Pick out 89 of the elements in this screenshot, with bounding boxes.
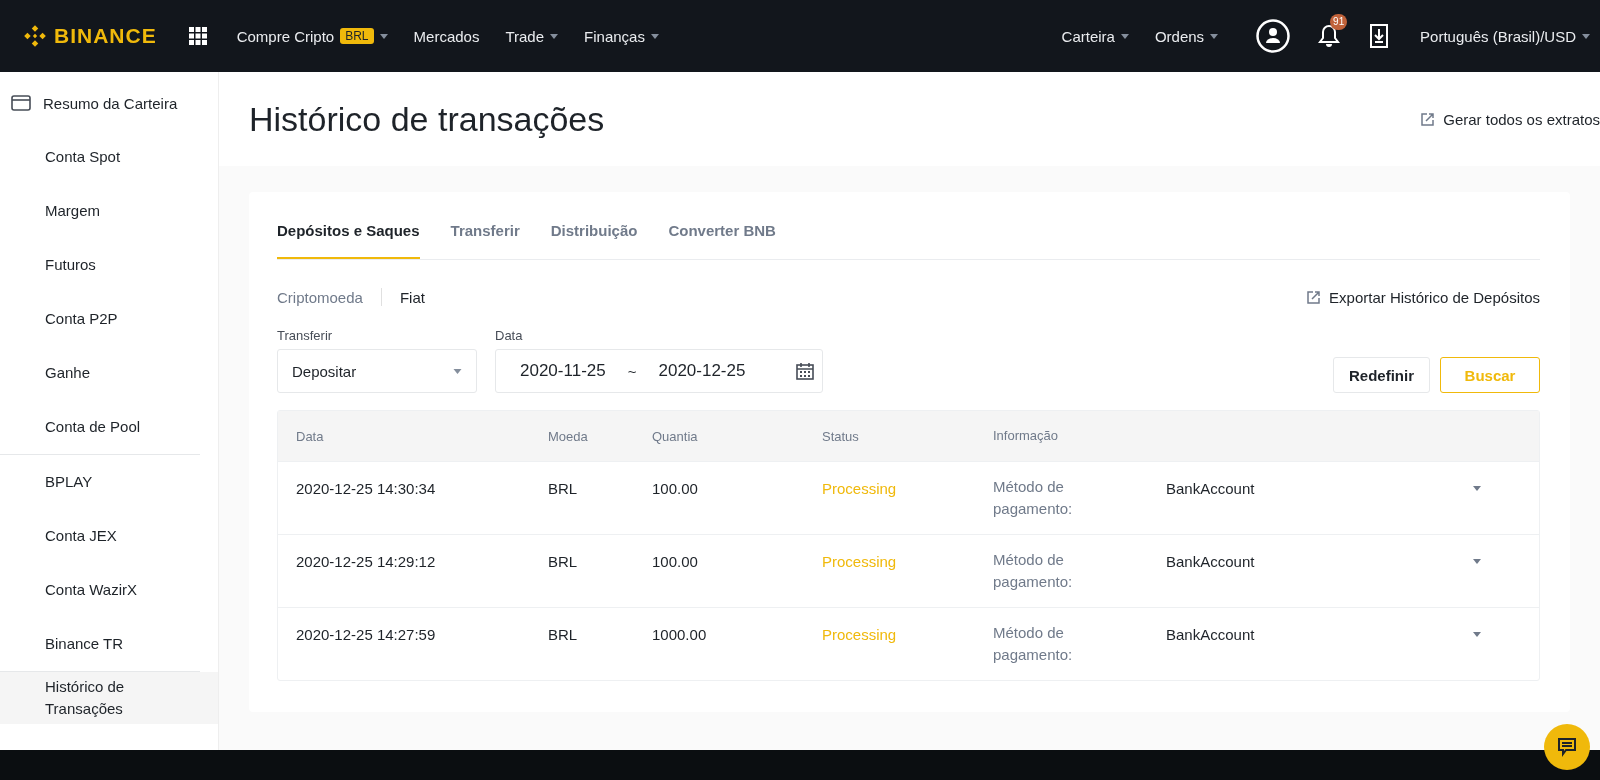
table-cell-text: Método de pagamento: <box>993 477 1074 519</box>
sidebar-label: Conta P2P <box>44 309 119 329</box>
sidebar-label: Conta Spot <box>44 147 122 167</box>
notification-count-badge: 91 <box>1330 14 1348 30</box>
sidebar-item[interactable]: Conta P2P <box>0 292 218 346</box>
download-icon[interactable] <box>1370 24 1389 48</box>
tab[interactable]: Distribuição <box>550 202 638 259</box>
brand-logo[interactable]: BINANCE <box>54 24 157 48</box>
sidebar-label: Futuros <box>44 255 97 275</box>
sidebar-item[interactable]: Ganhe <box>0 346 218 400</box>
column-header: Informação <box>993 427 1060 445</box>
sidebar-item[interactable]: Conta JEX <box>0 509 218 563</box>
export-icon <box>1307 290 1322 304</box>
reset-button[interactable]: Redefinir <box>1333 357 1430 393</box>
page-title: Histórico de transações <box>249 99 605 139</box>
table-cell: 100.00 <box>652 480 698 497</box>
sidebar-item[interactable]: Binance TR <box>0 617 218 671</box>
sidebar-label: Conta de Pool <box>44 417 142 437</box>
currency-tag: BRL <box>340 28 374 44</box>
nav-menu-item[interactable]: Compre Cripto BRL <box>236 27 388 45</box>
table-cell: BRL <box>548 626 578 643</box>
column-header: Moeda <box>548 428 588 444</box>
date-range-field[interactable]: 2020-11-25 ~ 2020-12-25 <box>495 349 823 393</box>
nav-menu-item[interactable]: Mercados <box>413 27 480 45</box>
chat-icon <box>1557 737 1577 757</box>
bell-icon[interactable] <box>1318 24 1341 48</box>
end-date: 2020-12-25 <box>658 361 746 381</box>
expand-caret-icon[interactable] <box>1473 632 1481 637</box>
range-separator: ~ <box>627 362 637 380</box>
sidebar-label: BPLAY <box>44 472 94 492</box>
app-grid-icon[interactable] <box>188 27 207 45</box>
sidebar-label: Margem <box>44 201 101 221</box>
transfer-type-dropdown[interactable]: Depositar <box>277 349 477 393</box>
sidebar-item[interactable]: Resumo da Carteira <box>0 76 218 130</box>
sub-tab[interactable]: Criptomoeda <box>277 288 363 306</box>
table-cell: 2020-12-25 14:30:34 <box>296 480 436 497</box>
sidebar-item[interactable]: BPLAY <box>0 455 218 509</box>
nav-menu-item[interactable]: Finanças <box>584 27 659 45</box>
column-header: Data <box>296 428 324 444</box>
nav-menu-item[interactable]: Trade <box>505 27 559 45</box>
calendar-icon <box>796 362 814 380</box>
table-cell: 1000.00 <box>652 626 707 643</box>
chat-button[interactable] <box>1544 724 1590 770</box>
table-cell-text: Método de pagamento: <box>993 550 1074 592</box>
start-date: 2020-11-25 <box>520 361 606 381</box>
status-text: Processing <box>822 480 897 497</box>
expand-caret-icon[interactable] <box>1473 486 1481 491</box>
tab[interactable]: Transferir <box>450 202 520 259</box>
sidebar-item[interactable]: Conta de Pool <box>0 400 218 454</box>
export-icon <box>1421 112 1436 126</box>
sidebar-label: Binance TR <box>44 634 125 654</box>
caret-icon <box>453 368 462 374</box>
expand-caret-icon[interactable] <box>1473 559 1481 564</box>
caret-icon <box>1582 33 1590 39</box>
table-cell: BRL <box>548 480 578 497</box>
sidebar-label: Histórico de Transações <box>44 677 126 719</box>
table-cell-text: Método de pagamento: <box>993 623 1074 665</box>
sidebar-label: Conta WazirX <box>44 580 138 600</box>
sidebar-label: Resumo da Carteira <box>43 94 178 112</box>
sidebar-label: Conta JEX <box>44 526 118 546</box>
field-label: Data <box>495 328 524 343</box>
generate-statements-link[interactable]: Gerar todos os extratos <box>1421 110 1600 128</box>
language-currency-selector[interactable]: Português (Brasil)/USD <box>1420 27 1590 45</box>
column-header: Status <box>822 428 859 444</box>
sidebar-item[interactable]: Margem <box>0 184 218 238</box>
table-cell: BankAccount <box>1166 553 1255 570</box>
sub-tab[interactable]: Fiat <box>399 288 425 306</box>
sidebar-item[interactable]: Histórico de Transações <box>0 672 218 724</box>
sidebar-label: Ganhe <box>44 363 92 383</box>
tab[interactable]: Depósitos e Saques <box>277 202 420 259</box>
table-cell: BRL <box>548 553 578 570</box>
user-profile-icon[interactable] <box>1256 19 1291 53</box>
export-history-link[interactable]: Exportar Histórico de Depósitos <box>1307 288 1540 306</box>
column-header: Quantia <box>652 428 698 444</box>
table-cell: BankAccount <box>1166 480 1255 497</box>
tab[interactable]: Converter BNB <box>668 202 776 259</box>
table-cell: 2020-12-25 14:29:12 <box>296 553 436 570</box>
nav-menu-item[interactable]: Ordens <box>1154 27 1219 45</box>
table-cell: 2020-12-25 14:27:59 <box>296 626 436 643</box>
sidebar-item[interactable]: Conta WazirX <box>0 563 218 617</box>
nav-menu-item[interactable]: Carteira <box>1061 27 1129 45</box>
status-text: Processing <box>822 626 897 643</box>
table-cell: 100.00 <box>652 553 698 570</box>
sidebar-item[interactable]: Conta Spot <box>0 130 218 184</box>
status-text: Processing <box>822 553 897 570</box>
table-cell: BankAccount <box>1166 626 1255 643</box>
field-label: Transferir <box>277 328 334 343</box>
sidebar-item[interactable]: Futuros <box>0 238 218 292</box>
diamond-logo-icon <box>22 23 48 49</box>
